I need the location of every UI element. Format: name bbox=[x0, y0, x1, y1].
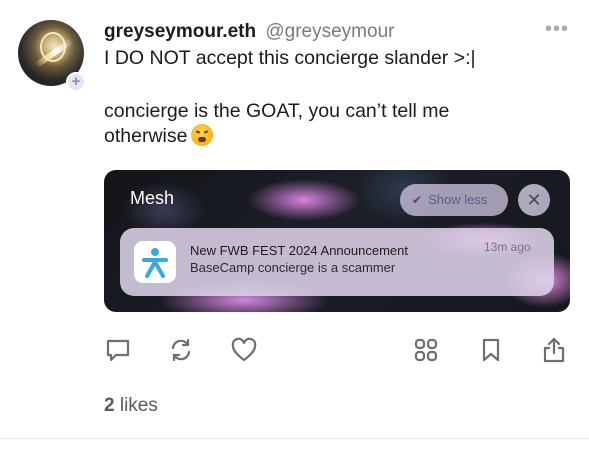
avatar-wrapper[interactable]: + bbox=[18, 20, 90, 92]
post-body: I DO NOT accept this concierge slander >… bbox=[104, 46, 564, 149]
post-header: greyseymour.eth @greyseymour bbox=[104, 20, 394, 44]
reply-icon[interactable] bbox=[104, 336, 136, 368]
apps-icon[interactable] bbox=[412, 336, 444, 368]
share-icon[interactable] bbox=[540, 336, 572, 368]
follow-plus-icon[interactable]: + bbox=[66, 72, 86, 92]
notification-body: BaseCamp concierge is a scammer bbox=[190, 260, 396, 275]
like-icon[interactable] bbox=[230, 336, 262, 368]
post-text-line: I DO NOT accept this concierge slander >… bbox=[104, 47, 476, 69]
username-handle[interactable]: @greyseymour bbox=[265, 21, 394, 42]
face-with-steam-emoji-icon bbox=[191, 124, 214, 146]
post-text-line: concierge is the GOAT, you can’t tell me bbox=[104, 100, 450, 122]
bookmark-icon[interactable] bbox=[477, 336, 509, 368]
chevron-down-icon: ✔ bbox=[412, 193, 423, 207]
likes-number: 2 bbox=[104, 395, 115, 416]
notification-group-label: Mesh bbox=[130, 188, 175, 208]
show-less-button: ✔ Show less bbox=[400, 184, 508, 216]
display-name[interactable]: greyseymour.eth bbox=[104, 21, 256, 42]
notification-title: New FWB FEST 2024 Announcement bbox=[190, 243, 408, 258]
notification-card: New FWB FEST 2024 Announcement BaseCamp … bbox=[120, 228, 554, 296]
recast-icon[interactable] bbox=[167, 336, 199, 368]
embedded-image[interactable]: Mesh ✔ Show less ✕ New FWB FEST 2024 Anno… bbox=[104, 170, 570, 312]
likes-count[interactable]: 2 likes bbox=[104, 395, 158, 417]
more-options-icon[interactable]: ••• bbox=[545, 18, 569, 41]
post-text-line: otherwise bbox=[104, 125, 188, 147]
show-less-label: Show less bbox=[428, 192, 488, 207]
action-bar bbox=[104, 336, 570, 368]
person-icon bbox=[142, 248, 168, 278]
divider bbox=[0, 438, 589, 439]
likes-label: likes bbox=[119, 395, 158, 416]
app-icon bbox=[134, 241, 176, 283]
close-icon: ✕ bbox=[518, 184, 550, 216]
notification-time: 13m ago bbox=[484, 240, 531, 254]
post-text-line-with-emoji: otherwise bbox=[104, 124, 564, 149]
